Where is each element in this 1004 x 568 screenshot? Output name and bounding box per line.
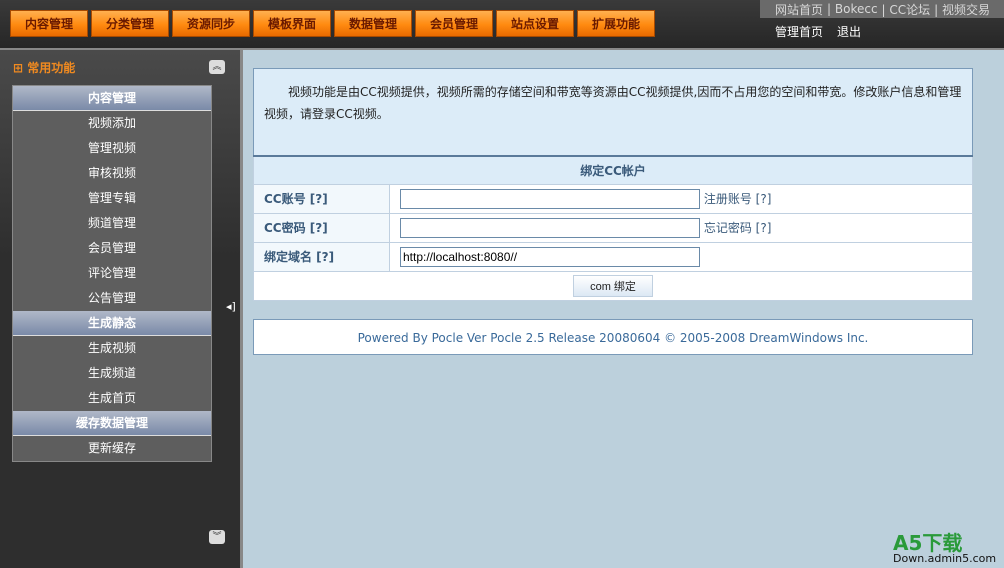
tab-5[interactable]: 会员管理 <box>415 10 493 37</box>
register-link[interactable]: 注册账号 [?] <box>704 192 772 206</box>
collapse-up-icon[interactable]: ︽ <box>209 60 225 74</box>
watermark-logo: A5下载 <box>893 531 963 555</box>
menu-item[interactable]: 视频添加 <box>13 111 211 136</box>
menu-item[interactable]: 管理视频 <box>13 136 211 161</box>
tab-2[interactable]: 资源同步 <box>172 10 250 37</box>
domain-input[interactable] <box>400 246 700 267</box>
tab-0[interactable]: 内容管理 <box>10 10 88 37</box>
user-link[interactable]: 退出 <box>837 23 861 40</box>
sidebar-title: ⊞ 常用功能 <box>13 61 76 75</box>
footer: Powered By Pocle Ver Pocle 2.5 Release 2… <box>253 319 973 355</box>
tab-1[interactable]: 分类管理 <box>91 10 169 37</box>
user-links: 管理首页 退出 <box>775 23 861 40</box>
tab-7[interactable]: 扩展功能 <box>577 10 655 37</box>
password-input[interactable] <box>400 217 700 238</box>
forgot-password-link[interactable]: 忘记密码 [?] <box>704 221 772 235</box>
menu-item[interactable]: 审核视频 <box>13 161 211 186</box>
site-link[interactable]: | 视频交易 <box>934 1 990 18</box>
sidebar: ⊞ 常用功能 ︽ 内容管理 视频添加 管理视频 审核视频 管理专辑 频道管理 会员管理 评论管… <box>0 50 240 568</box>
menu-item[interactable]: 生成首页 <box>13 386 211 411</box>
bind-account-form: 绑定CC帐户 CC账号 [?] 注册账号 [?] CC密码 [?] 忘记密码 [… <box>253 155 973 301</box>
account-label: CC账号 [?] <box>253 183 390 214</box>
site-link[interactable]: | Bokecc <box>827 2 878 16</box>
top-bar: 内容管理 分类管理 资源同步 模板界面 数据管理 会员管理 站点设置 扩展功能 网站首页 | B… <box>0 0 1004 48</box>
domain-label: 绑定域名 [?] <box>253 241 390 272</box>
user-link[interactable]: 管理首页 <box>775 23 823 40</box>
menu-group-header[interactable]: 生成静态 <box>13 311 211 336</box>
menu-item[interactable]: 评论管理 <box>13 261 211 286</box>
collapse-down-icon[interactable]: ︾ <box>209 530 225 544</box>
info-box: 视频功能是由CC视频提供，视频所需的存储空间和带宽等资源由CC视频提供,因而不占… <box>253 68 973 156</box>
site-link[interactable]: 网站首页 <box>775 1 823 18</box>
menu-item[interactable]: 频道管理 <box>13 211 211 236</box>
menu-item[interactable]: 会员管理 <box>13 236 211 261</box>
tab-4[interactable]: 数据管理 <box>334 10 412 37</box>
tab-6[interactable]: 站点设置 <box>496 10 574 37</box>
top-nav: 内容管理 分类管理 资源同步 模板界面 数据管理 会员管理 站点设置 扩展功能 <box>10 10 655 37</box>
site-link[interactable]: | CC论坛 <box>882 1 931 18</box>
menu-item[interactable]: 公告管理 <box>13 286 211 311</box>
menu-item[interactable]: 更新缓存 <box>13 436 211 461</box>
menu-item[interactable]: 管理专辑 <box>13 186 211 211</box>
menu-group-header[interactable]: 内容管理 <box>13 86 211 111</box>
tab-3[interactable]: 模板界面 <box>253 10 331 37</box>
menu-item[interactable]: 生成视频 <box>13 336 211 361</box>
toggle-sidebar-icon[interactable]: ◂] <box>226 300 236 313</box>
menu-group-header[interactable]: 缓存数据管理 <box>13 411 211 436</box>
bind-button[interactable]: com 绑定 <box>573 274 653 297</box>
watermark-url: Down.admin5.com <box>893 552 997 565</box>
main-content: 视频功能是由CC视频提供，视频所需的存储空间和带宽等资源由CC视频提供,因而不占… <box>240 50 1004 568</box>
site-links: 网站首页 | Bokecc | CC论坛 | 视频交易 <box>760 0 1004 18</box>
form-title: 绑定CC帐户 <box>253 155 973 185</box>
expand-icon: ⊞ <box>13 61 24 75</box>
account-input[interactable] <box>400 188 700 209</box>
menu-item[interactable]: 生成频道 <box>13 361 211 386</box>
password-label: CC密码 [?] <box>253 212 390 243</box>
sidebar-menu: 内容管理 视频添加 管理视频 审核视频 管理专辑 频道管理 会员管理 评论管理 公告管理 生成静态… <box>12 85 212 462</box>
